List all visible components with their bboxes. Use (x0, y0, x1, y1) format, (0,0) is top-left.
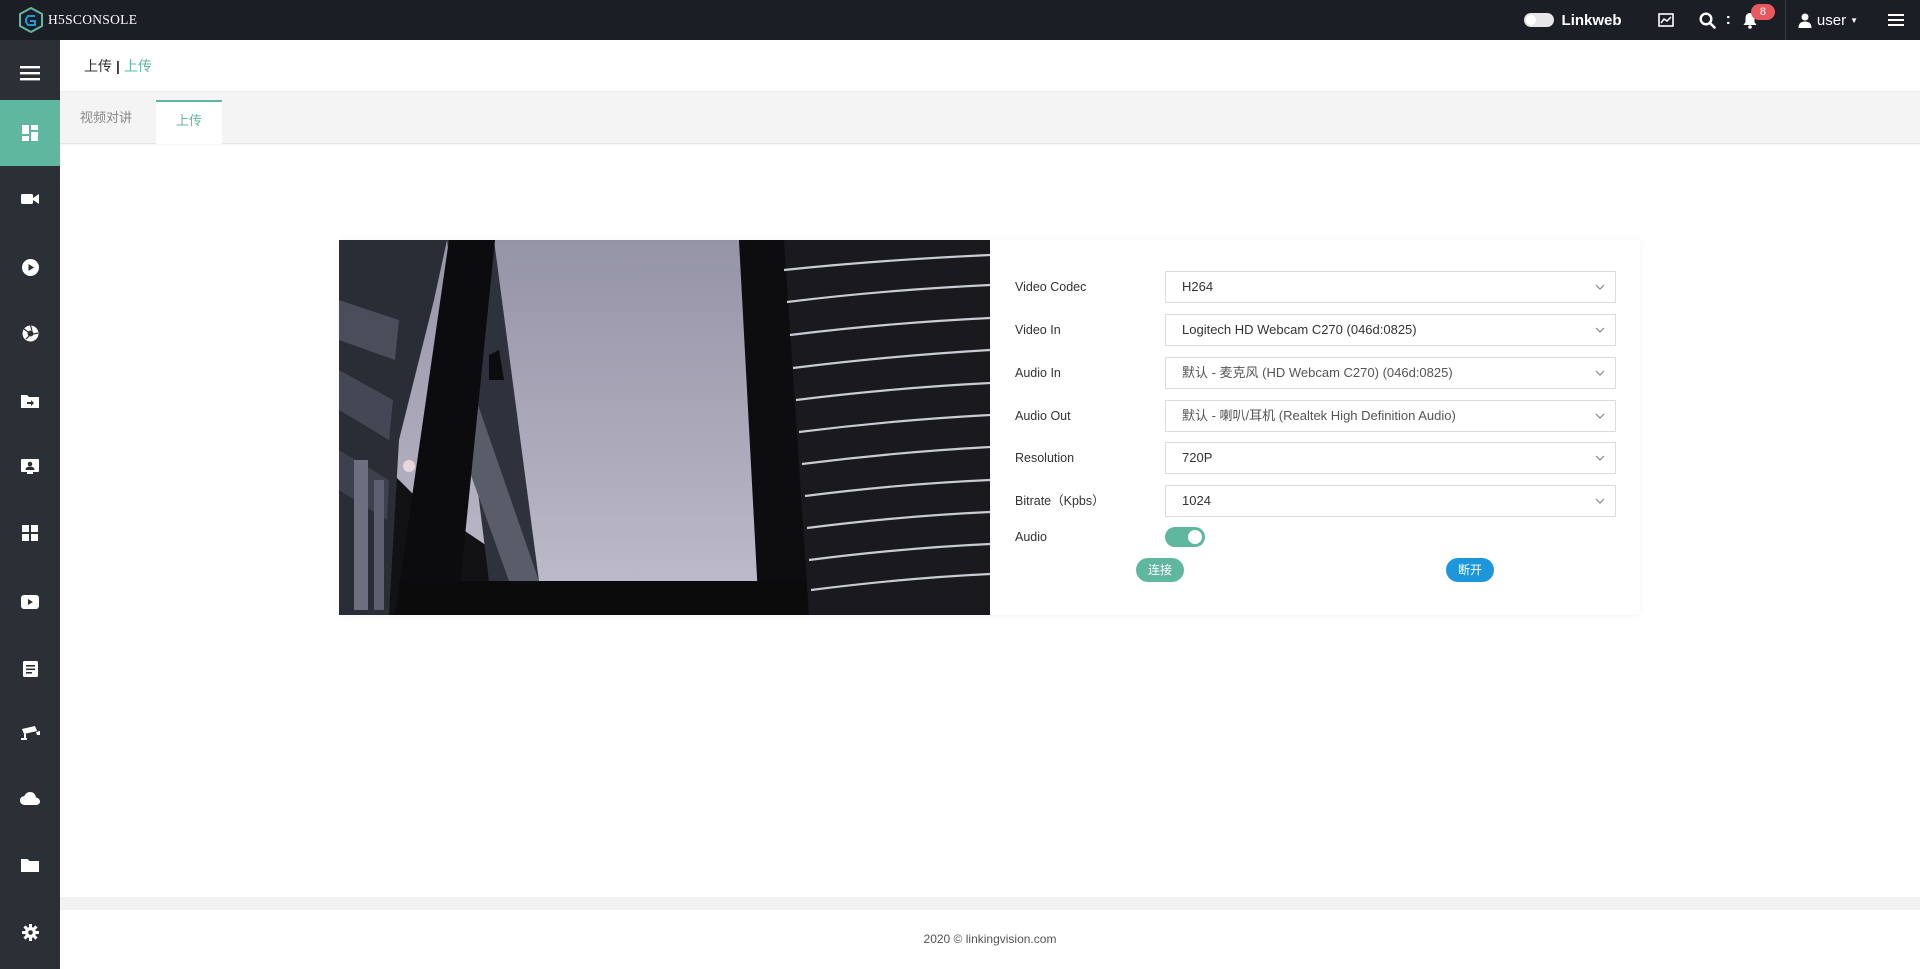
sidebar-item-files[interactable] (0, 832, 60, 898)
tab-bar: 视频对讲 上传 (60, 92, 1920, 144)
sidebar-item-grid[interactable] (0, 500, 60, 566)
footer-divider (60, 897, 1920, 910)
contact-card-icon (21, 458, 39, 474)
chevron-down-icon (1595, 498, 1605, 504)
cloud-icon (20, 791, 40, 805)
more-dots-icon[interactable]: : (1726, 11, 1731, 29)
video-camera-icon (21, 194, 39, 204)
audio-out-row: Audio Out 默认 - 喇叭/耳机 (Realtek High Defin… (990, 400, 1640, 434)
audio-label: Audio (1015, 530, 1047, 544)
audio-out-select[interactable]: 默认 - 喇叭/耳机 (Realtek High Definition Audi… (1165, 400, 1616, 432)
user-menu[interactable]: user ▼ (1786, 12, 1872, 29)
cctv-camera-icon (20, 725, 40, 740)
hamburger-menu-icon[interactable] (1872, 0, 1920, 40)
resolution-row: Resolution 720P (990, 442, 1640, 476)
user-name: user (1816, 11, 1847, 29)
chevron-down-icon (1595, 413, 1605, 419)
audio-in-value: 默认 - 麦克风 (HD Webcam C270) (046d:0825) (1182, 365, 1453, 380)
search-icon[interactable] (1698, 0, 1718, 40)
notifications-button[interactable]: 8 (1739, 0, 1775, 40)
sidebar-item-settings[interactable] (0, 899, 60, 965)
top-bar: H5SCONSOLE Linkweb : 8 user ▼ (0, 0, 1920, 40)
linkweb-toggle[interactable]: Linkweb (1523, 11, 1622, 29)
sidebar-item-logs[interactable] (0, 636, 60, 702)
breadcrumb: 上传 | 上传 (60, 40, 1920, 92)
video-codec-row: Video Codec H264 (990, 271, 1640, 305)
video-in-value: Logitech HD Webcam C270 (046d:0825) (1182, 322, 1417, 337)
camera-feed-image (339, 240, 990, 615)
sidebar-item-cloud[interactable] (0, 765, 60, 831)
dashboard-icon (22, 125, 38, 141)
bitrate-select[interactable]: 1024 (1165, 485, 1616, 517)
sidebar-item-snapshot[interactable] (0, 300, 60, 366)
aperture-icon (22, 324, 38, 341)
sidebar-item-devices[interactable] (0, 700, 60, 766)
stream-settings-form: Video Codec H264 Video In Logitech HD We… (990, 240, 1640, 615)
user-icon (1798, 13, 1812, 28)
audio-out-label: Audio Out (1015, 409, 1071, 423)
bitrate-row: Bitrate（Kpbs） 1024 (990, 485, 1640, 519)
video-codec-label: Video Codec (1015, 280, 1087, 294)
breadcrumb-current: 上传 (123, 57, 152, 74)
grid-icon (22, 525, 38, 541)
audio-row: Audio (990, 521, 1640, 555)
chevron-down-icon (1595, 370, 1605, 376)
resolution-select[interactable]: 720P (1165, 442, 1616, 474)
notification-badge: 8 (1750, 4, 1775, 20)
caret-down-icon: ▼ (1850, 15, 1858, 25)
connect-button[interactable]: 连接 (1136, 558, 1185, 582)
bitrate-label: Bitrate（Kpbs） (1015, 494, 1105, 508)
disconnect-button[interactable]: 断开 (1446, 558, 1495, 582)
gear-icon (21, 923, 39, 941)
tab-upload[interactable]: 上传 (156, 100, 223, 144)
sidebar-item-dashboard[interactable] (0, 100, 60, 166)
folder-upload-icon (21, 395, 39, 408)
sidebar-item-camera[interactable] (0, 166, 60, 232)
audio-out-value: 默认 - 喇叭/耳机 (Realtek High Definition Audi… (1182, 408, 1456, 423)
bitrate-value: 1024 (1182, 493, 1211, 508)
logo-icon (19, 7, 43, 33)
upload-panel: Video Codec H264 Video In Logitech HD We… (339, 240, 1640, 615)
linkweb-switch[interactable] (1523, 13, 1554, 27)
audio-in-select[interactable]: 默认 - 麦克风 (HD Webcam C270) (046d:0825) (1165, 357, 1616, 389)
resolution-label: Resolution (1015, 451, 1075, 465)
monitor-chart-icon[interactable] (1656, 0, 1676, 40)
linkweb-label: Linkweb (1561, 11, 1622, 29)
video-in-select[interactable]: Logitech HD Webcam C270 (046d:0825) (1165, 314, 1616, 346)
breadcrumb-separator: | (116, 57, 120, 74)
audio-in-label: Audio In (1015, 366, 1061, 380)
video-preview (339, 240, 990, 615)
video-codec-value: H264 (1182, 279, 1214, 294)
audio-toggle[interactable] (1165, 527, 1205, 547)
video-codec-select[interactable]: H264 (1165, 271, 1616, 303)
tab-video-intercom[interactable]: 视频对讲 (60, 100, 152, 144)
sidebar-item-video[interactable] (0, 569, 60, 635)
chevron-down-icon (1595, 455, 1605, 461)
video-in-row: Video In Logitech HD Webcam C270 (046d:0… (990, 314, 1640, 348)
menu-icon (20, 66, 40, 81)
play-box-icon (21, 595, 39, 609)
resolution-value: 720P (1182, 450, 1213, 465)
sidebar (0, 40, 60, 969)
footer-copyright: 2020 © linkingvision.com (923, 932, 1057, 946)
chevron-down-icon (1595, 327, 1605, 333)
footer: 2020 © linkingvision.com (60, 910, 1920, 969)
audio-in-row: Audio In 默认 - 麦克风 (HD Webcam C270) (046d… (990, 357, 1640, 391)
play-circle-icon (21, 258, 39, 276)
chevron-down-icon (1595, 284, 1605, 290)
sidebar-toggle[interactable] (0, 40, 60, 106)
folder-icon (21, 859, 39, 872)
video-in-label: Video In (1015, 323, 1061, 337)
sidebar-item-playback[interactable] (0, 234, 60, 300)
logo-text: H5SCONSOLE (48, 12, 138, 27)
logo[interactable]: H5SCONSOLE (0, 0, 180, 40)
sidebar-item-import[interactable] (0, 368, 60, 434)
document-icon (22, 661, 38, 677)
main-content: Video Codec H264 Video In Logitech HD We… (60, 145, 1920, 897)
breadcrumb-home[interactable]: 上传 (84, 56, 112, 76)
sidebar-item-contacts[interactable] (0, 433, 60, 499)
